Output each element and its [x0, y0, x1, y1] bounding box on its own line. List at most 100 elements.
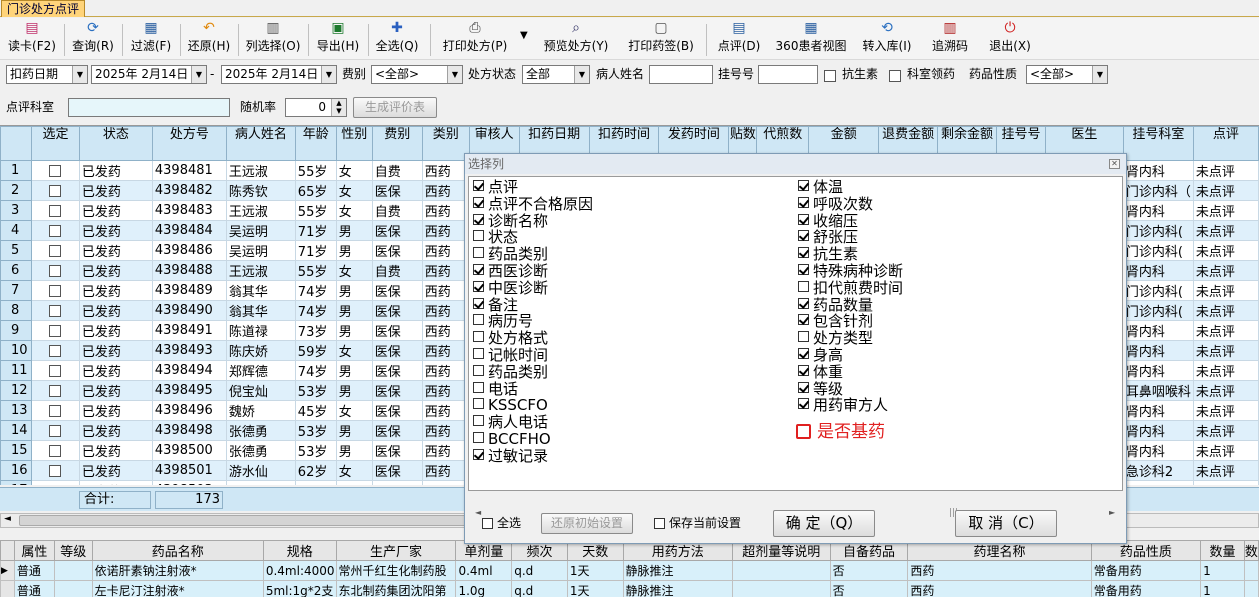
- checkbox-box[interactable]: [473, 230, 484, 242]
- toolbar-button-0[interactable]: ▤ 读卡(F2): [6, 20, 58, 58]
- random-rate-spinner[interactable]: 0 ▲ ▼: [285, 98, 347, 117]
- column-option[interactable]: 身高: [798, 347, 843, 364]
- column-option[interactable]: 药品数量: [798, 296, 873, 314]
- toolbar-button-3[interactable]: ↶ 还原(H): [186, 20, 232, 58]
- toolbar-button-2[interactable]: ▦ 过滤(F): [128, 20, 174, 58]
- checkbox-box[interactable]: [473, 415, 484, 427]
- toolbar-button-8[interactable]: ⌕ 预览处方(Y): [540, 20, 612, 58]
- toolbar-button-11[interactable]: ▦ 360患者视图: [774, 20, 848, 58]
- column-option[interactable]: 备注: [473, 296, 518, 314]
- checkbox-box[interactable]: [49, 284, 62, 297]
- checkbox-box[interactable]: [798, 247, 809, 259]
- checkbox-box[interactable]: [473, 432, 484, 443]
- checkbox-box[interactable]: [49, 424, 62, 437]
- checkbox-box[interactable]: [798, 264, 809, 275]
- checkbox-box[interactable]: [49, 324, 62, 337]
- column-option[interactable]: 特殊病种诊断: [798, 263, 903, 280]
- column-option[interactable]: 过敏记录: [473, 447, 548, 465]
- checkbox-box[interactable]: [798, 297, 809, 309]
- select-checkbox-cell[interactable]: [30, 400, 80, 421]
- select-checkbox-cell[interactable]: [30, 160, 80, 181]
- checkbox-box[interactable]: [473, 180, 484, 191]
- column-option[interactable]: 点评: [473, 179, 518, 196]
- column-header[interactable]: 状态: [78, 126, 153, 161]
- select-checkbox-cell[interactable]: [30, 280, 80, 301]
- checkbox-box[interactable]: [49, 224, 62, 237]
- checkbox-box[interactable]: [49, 364, 62, 377]
- select-checkbox-cell[interactable]: [30, 480, 80, 485]
- column-option[interactable]: 收缩压: [798, 212, 858, 230]
- column-option[interactable]: 中医诊断: [473, 279, 548, 297]
- column-option[interactable]: 处方格式: [473, 330, 548, 347]
- select-checkbox-cell[interactable]: [30, 200, 80, 221]
- column-option[interactable]: 病人电话: [473, 414, 548, 431]
- checkbox-box[interactable]: [49, 444, 62, 457]
- checkbox-box[interactable]: [49, 404, 62, 417]
- detail-column-header[interactable]: 数量: [1200, 540, 1245, 561]
- checkbox-box[interactable]: [473, 448, 484, 460]
- select-checkbox-cell[interactable]: [30, 440, 80, 461]
- select-checkbox-cell[interactable]: [30, 300, 80, 321]
- column-option[interactable]: 用药审方人: [798, 397, 888, 414]
- checkbox-box[interactable]: [473, 213, 484, 225]
- checkbox-box[interactable]: [49, 304, 62, 317]
- toolbar-button-14[interactable]: ⏻ 退出(X): [987, 20, 1033, 58]
- checkbox-box[interactable]: [473, 280, 484, 292]
- detail-column-header[interactable]: 属性: [13, 540, 55, 561]
- column-option[interactable]: 点评不合格原因: [473, 195, 593, 213]
- checkbox-box[interactable]: [473, 398, 484, 410]
- detail-column-header[interactable]: [0, 540, 15, 561]
- checkbox-box[interactable]: [798, 348, 809, 359]
- toolbar-button-12[interactable]: ⟲ 转入库(I): [858, 20, 916, 58]
- spinner-arrows-icon[interactable]: ▲ ▼: [331, 99, 346, 116]
- scroll-left-icon[interactable]: ◄: [4, 514, 11, 524]
- select-checkbox-cell[interactable]: [30, 240, 80, 261]
- column-option[interactable]: 西医诊断: [473, 263, 548, 280]
- checkbox-box[interactable]: [796, 424, 811, 439]
- column-option[interactable]: KSSCFO: [473, 397, 548, 414]
- select-checkbox-cell[interactable]: [30, 320, 80, 341]
- fee-select[interactable]: <全部> ▼: [371, 65, 463, 84]
- toolbar-button-5[interactable]: ▣ 导出(H): [315, 20, 361, 58]
- checkbox-box[interactable]: [798, 230, 809, 242]
- reg-no-input[interactable]: [758, 65, 818, 84]
- checkbox-box[interactable]: [473, 314, 484, 326]
- column-option[interactable]: BCCFHO: [473, 431, 551, 448]
- detail-column-header[interactable]: 等级: [53, 540, 93, 561]
- checkbox-box[interactable]: [49, 264, 62, 277]
- column-option[interactable]: 扣代煎费时间: [798, 279, 903, 297]
- dept-drug-checkbox[interactable]: [889, 68, 901, 82]
- select-checkbox-cell[interactable]: [30, 220, 80, 241]
- checkbox-box[interactable]: [473, 348, 484, 359]
- checkbox-box[interactable]: [49, 344, 62, 357]
- generate-report-button[interactable]: 生成评价表: [353, 97, 437, 118]
- column-option[interactable]: 诊断名称: [473, 212, 548, 230]
- column-option[interactable]: 体温: [798, 179, 843, 196]
- checkbox-box[interactable]: [798, 213, 809, 225]
- detail-column-header[interactable]: 数: [1243, 540, 1259, 561]
- checkbox-box[interactable]: [49, 484, 62, 485]
- checkbox-box[interactable]: [798, 180, 809, 191]
- column-option[interactable]: 舒张压: [798, 229, 858, 246]
- column-option[interactable]: 处方类型: [798, 330, 873, 347]
- date-from-picker[interactable]: 2025年 2月14日 ▼: [91, 65, 207, 84]
- column-header[interactable]: 挂号科室: [1122, 126, 1194, 161]
- column-header[interactable]: 处方号: [151, 126, 227, 161]
- detail-column-header[interactable]: 药品名称: [91, 540, 264, 561]
- cancel-button[interactable]: 取 消（C）: [955, 510, 1057, 537]
- checkbox-box[interactable]: [49, 464, 62, 477]
- status-select[interactable]: 全部 ▼: [522, 65, 590, 84]
- column-header[interactable]: 费别: [371, 126, 423, 161]
- column-header[interactable]: 性别: [335, 126, 373, 161]
- save-settings-checkbox[interactable]: [654, 518, 669, 533]
- checkbox-box[interactable]: [798, 398, 809, 410]
- checkbox-box[interactable]: [473, 331, 484, 343]
- ok-button[interactable]: 确 定（Q）: [773, 510, 875, 537]
- scroll-thumb[interactable]: [19, 515, 469, 526]
- date-to-picker[interactable]: 2025年 2月14日 ▼: [221, 65, 337, 84]
- checkbox-box[interactable]: [49, 184, 62, 197]
- checkbox-box[interactable]: [473, 264, 484, 275]
- column-header[interactable]: [0, 126, 32, 161]
- column-option[interactable]: 抗生素: [798, 246, 858, 263]
- scroll-left-icon[interactable]: ◄: [475, 508, 481, 517]
